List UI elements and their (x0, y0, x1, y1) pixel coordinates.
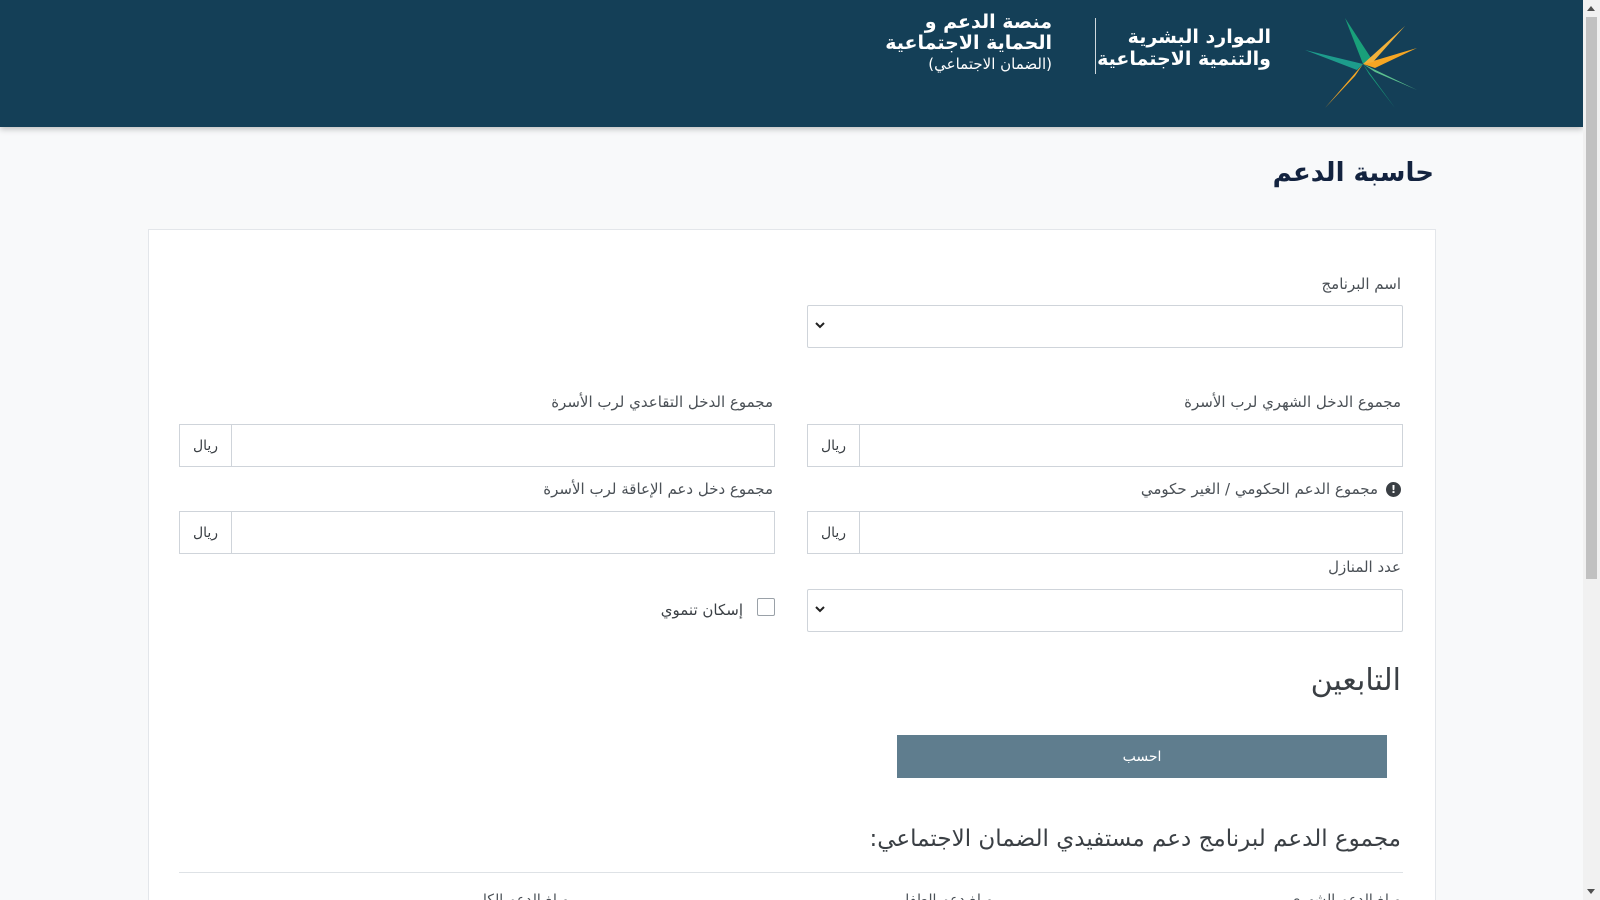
chevron-down-icon (815, 322, 825, 329)
houses-select[interactable] (807, 589, 1403, 632)
houses-label: عدد المنازل (1328, 558, 1401, 576)
program-label: اسم البرنامج (1321, 275, 1402, 293)
gov-support-input[interactable] (860, 511, 1403, 554)
currency-addon: ريال (807, 511, 860, 554)
gov-support-input-group: ريال (807, 511, 1403, 554)
platform-name[interactable]: منصة الدعم و الحماية الاجتماعية (الضمان … (852, 12, 1052, 74)
platform-line-1: منصة الدعم و (924, 11, 1052, 33)
scroll-down-icon[interactable] (1587, 889, 1595, 894)
housing-checkbox[interactable] (757, 598, 775, 616)
platform-line-3: (الضمان الاجتماعي) (928, 55, 1052, 73)
results-divider (179, 872, 1403, 873)
retirement-income-input[interactable] (232, 424, 775, 467)
site-header: الموارد البشرية والتنمية الاجتماعية منصة… (0, 0, 1583, 127)
monthly-income-input[interactable] (860, 424, 1403, 467)
scroll-up-icon[interactable] (1587, 6, 1595, 11)
retirement-income-label: مجموع الدخل التقاعدي لرب الأسرة (551, 393, 773, 411)
disability-income-label: مجموع دخل دعم الإعاقة لرب الأسرة (543, 480, 773, 498)
vertical-scrollbar[interactable] (1583, 0, 1600, 900)
currency-addon: ريال (807, 424, 860, 467)
retirement-income-input-group: ريال (179, 424, 775, 467)
program-select[interactable] (807, 305, 1403, 348)
scroll-thumb[interactable] (1586, 17, 1597, 579)
info-icon[interactable]: ! (1386, 482, 1401, 497)
ministry-logo-icon[interactable] (1305, 18, 1420, 110)
disability-income-input-group: ريال (179, 511, 775, 554)
result-child-label: مبلغ دعم الطفل (899, 892, 993, 900)
currency-addon: ريال (179, 424, 232, 467)
gov-support-label-text: مجموع الدعم الحكومي / الغير حكومي (1140, 480, 1378, 498)
page-title: حاسبة الدعم (1272, 158, 1434, 188)
chevron-down-icon (815, 606, 825, 613)
platform-line-2: الحماية الاجتماعية (885, 32, 1052, 54)
monthly-income-input-group: ريال (807, 424, 1403, 467)
result-monthly-label: مبلغ الدعم الشهري (1289, 892, 1401, 900)
results-title: مجموع الدعم لبرنامج دعم مستفيدي الضمان ا… (869, 826, 1401, 852)
ministry-line-1: الموارد البشرية (1127, 26, 1271, 48)
result-total-label: مبلغ الدعم الكلي (470, 892, 569, 900)
gov-support-label: ! مجموع الدعم الحكومي / الغير حكومي (1141, 480, 1401, 498)
brand-divider (1095, 18, 1096, 74)
ministry-name[interactable]: الموارد البشرية والتنمية الاجتماعية (1091, 26, 1271, 70)
calculator-card: اسم البرنامج مجموع الدخل الشهري لرب الأس… (148, 229, 1436, 900)
disability-income-input[interactable] (232, 511, 775, 554)
housing-checkbox-label[interactable]: إسكان تنموي (661, 601, 743, 619)
monthly-income-label: مجموع الدخل الشهري لرب الأسرة (1184, 393, 1401, 411)
calculate-button[interactable]: احسب (897, 735, 1387, 778)
currency-addon: ريال (179, 511, 232, 554)
ministry-line-2: والتنمية الاجتماعية (1097, 48, 1271, 70)
dependents-title: التابعين (1310, 663, 1401, 698)
